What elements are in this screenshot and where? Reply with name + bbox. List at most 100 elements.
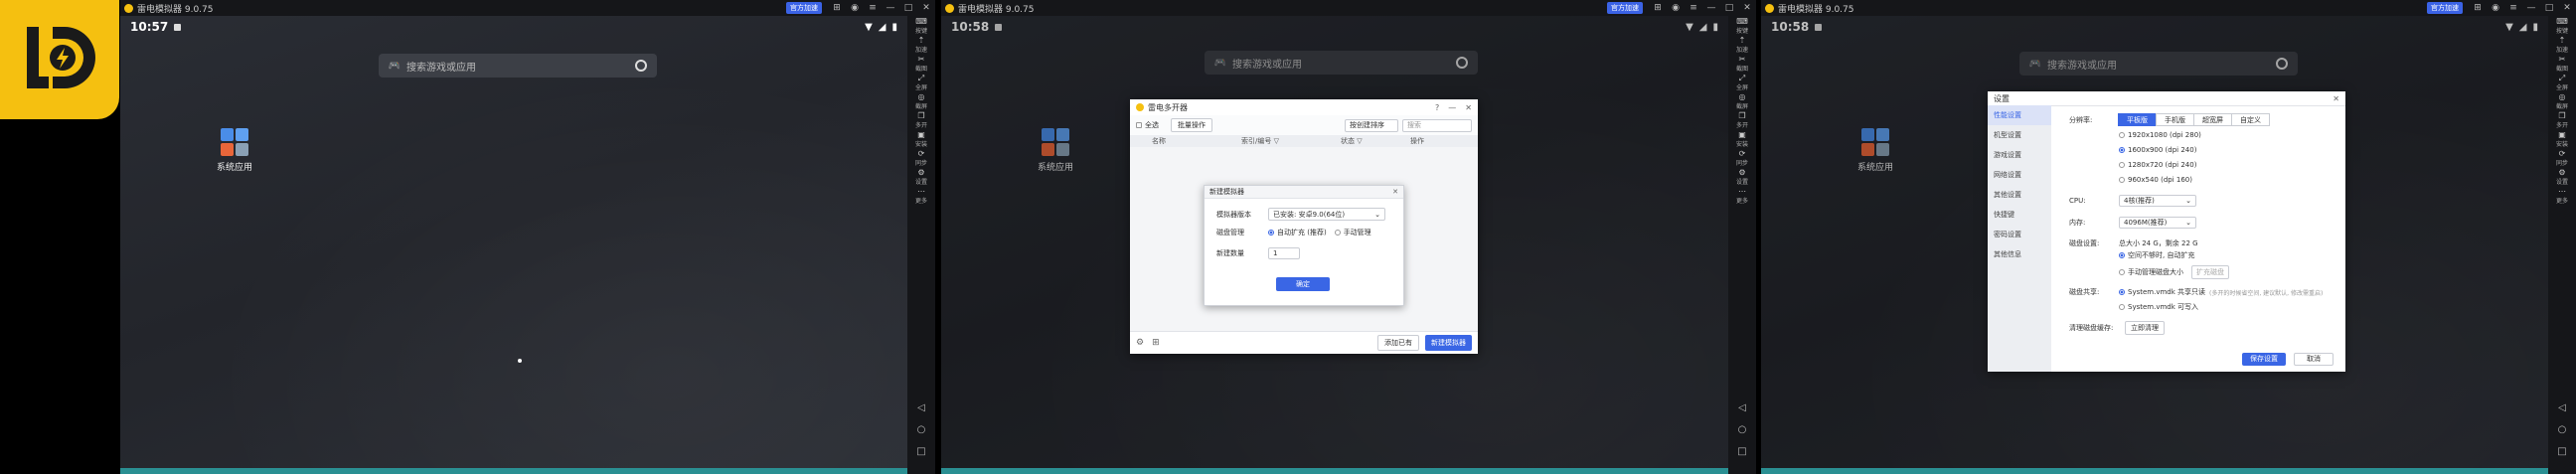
disk-manual-option[interactable]: 手动管理磁盘大小 扩充磁盘: [2119, 265, 2229, 279]
expand-disk-button[interactable]: 扩充磁盘: [2191, 265, 2229, 279]
menu-icon[interactable]: ≡: [864, 3, 882, 13]
tab-shortcuts[interactable]: 快捷键: [1988, 205, 2051, 225]
menu-icon[interactable]: ≡: [2504, 3, 2522, 13]
toolbar-multi[interactable]: ❐ 多开: [907, 110, 935, 129]
toolbar-keymap[interactable]: ⌨ 按键: [2548, 16, 2576, 35]
toolbar-capture[interactable]: ◎ 截屏: [1728, 91, 1756, 110]
accelerate-badge[interactable]: 官方加速: [2427, 2, 2463, 14]
col-index[interactable]: 索引/编号 ▽: [1211, 136, 1341, 146]
res-option-4[interactable]: 960x540 (dpi 160): [2119, 176, 2192, 184]
close-icon[interactable]: ✕: [1465, 103, 1472, 112]
toolbar-fullscreen[interactable]: ⤢ 全屏: [1728, 73, 1756, 91]
toolbar-fullscreen[interactable]: ⤢ 全屏: [2548, 73, 2576, 91]
toolbar-multi[interactable]: ❐ 多开: [2548, 110, 2576, 129]
res-option-2[interactable]: 1600x900 (dpi 240): [2119, 146, 2196, 154]
toolbar-screenshot[interactable]: ✂ 截图: [907, 54, 935, 73]
select-all-checkbox[interactable]: [1136, 122, 1142, 128]
recents-icon[interactable]: □: [916, 446, 925, 468]
tab-info[interactable]: 其他信息: [1988, 244, 2051, 264]
home-icon[interactable]: ○: [2558, 424, 2567, 446]
save-settings-button[interactable]: 保存设置: [2242, 353, 2286, 366]
version-select[interactable]: 已安装: 安卓9.0(64位) ⌄: [1268, 208, 1385, 221]
recents-icon[interactable]: □: [2557, 446, 2566, 468]
mode-phone[interactable]: 手机版: [2156, 113, 2194, 126]
minimize-icon[interactable]: —: [2522, 3, 2540, 13]
back-icon[interactable]: ◁: [1738, 402, 1746, 424]
tab-password[interactable]: 密码设置: [1988, 225, 2051, 244]
clean-now-button[interactable]: 立即清理: [2125, 321, 2165, 335]
toolbar-more[interactable]: ⋯ 更多: [2548, 186, 2576, 205]
user-icon[interactable]: ◉: [846, 3, 864, 13]
back-icon[interactable]: ◁: [2558, 402, 2566, 424]
mode-tablet[interactable]: 平板版: [2118, 113, 2157, 126]
disk-auto-radio[interactable]: [1268, 230, 1274, 236]
toolbar-screenshot[interactable]: ✂ 截图: [2548, 54, 2576, 73]
search-icon[interactable]: [635, 60, 647, 72]
maximize-icon[interactable]: □: [899, 3, 917, 13]
android-home-screen[interactable]: 10:58 ▼ ◢ ▮ 🎮 搜索游戏或应用 系统应用 雷电多开器 ? — ✕ 全…: [941, 16, 1728, 468]
cancel-button[interactable]: 取消: [2294, 353, 2334, 366]
toolbar-more[interactable]: ⋯ 更多: [1728, 186, 1756, 205]
minimize-icon[interactable]: —: [1702, 3, 1720, 13]
res-option-1[interactable]: 1920x1080 (dpi 280): [2119, 131, 2201, 139]
toolbar-install[interactable]: ▣ 安装: [907, 129, 935, 148]
mode-custom[interactable]: 自定义: [2231, 113, 2270, 126]
close-icon[interactable]: ✕: [917, 3, 935, 13]
accelerate-badge[interactable]: 官方加速: [786, 2, 822, 14]
res-option-3[interactable]: 1280x720 (dpi 240): [2119, 161, 2196, 169]
sort-select[interactable]: 按创建排序: [1345, 118, 1398, 132]
toolbar-capture[interactable]: ◎ 截屏: [907, 91, 935, 110]
batch-button[interactable]: 批量操作: [1171, 118, 1212, 132]
settings-icon[interactable]: ⚙: [1136, 338, 1144, 348]
home-icon[interactable]: ○: [1738, 424, 1747, 446]
close-icon[interactable]: ✕: [2558, 3, 2576, 13]
settings-close-icon[interactable]: ✕: [2333, 94, 2339, 103]
toolbar-sync[interactable]: ⟳ 同步: [907, 148, 935, 167]
col-status[interactable]: 状态 ▽: [1341, 136, 1410, 146]
tab-network[interactable]: 网络设置: [1988, 165, 2051, 185]
maximize-icon[interactable]: □: [2540, 3, 2558, 13]
mode-ultrawide[interactable]: 超宽屏: [2193, 113, 2232, 126]
toolbar-install[interactable]: ▣ 安装: [1728, 129, 1756, 148]
new-emulator-button[interactable]: 新建模拟器: [1425, 335, 1472, 351]
menu-icon[interactable]: ≡: [1685, 3, 1702, 13]
toolbar-sync[interactable]: ⟳ 同步: [2548, 148, 2576, 167]
disk-auto-option[interactable]: 空间不够时, 自动扩充: [2119, 250, 2194, 260]
user-icon[interactable]: ◉: [1667, 3, 1685, 13]
toolbar-capture[interactable]: ◎ 截屏: [2548, 91, 2576, 110]
maximize-icon[interactable]: □: [1720, 3, 1738, 13]
toolbar-accelerate[interactable]: ⇡ 加速: [1728, 35, 1756, 54]
accelerate-badge[interactable]: 官方加速: [1607, 2, 1643, 14]
minimize-icon[interactable]: —: [882, 3, 899, 13]
toolbar-accelerate[interactable]: ⇡ 加速: [2548, 35, 2576, 54]
tab-performance[interactable]: 性能设置: [1988, 105, 2051, 125]
toolbar-multi[interactable]: ❐ 多开: [1728, 110, 1756, 129]
toolbar-screenshot[interactable]: ✂ 截图: [1728, 54, 1756, 73]
recents-icon[interactable]: □: [1737, 446, 1746, 468]
toolbar-keymap[interactable]: ⌨ 按键: [907, 16, 935, 35]
share-writable-option[interactable]: System.vmdk 可写入: [2119, 302, 2198, 312]
gamepad-icon[interactable]: ⊞: [2469, 3, 2487, 13]
user-icon[interactable]: ◉: [2487, 3, 2504, 13]
android-home-screen[interactable]: 10:58 ▼ ◢ ▮ 🎮 搜索游戏或应用 系统应用 设置 ✕ 性能设置 机型设…: [1761, 16, 2548, 468]
close-icon[interactable]: ✕: [1738, 3, 1756, 13]
disk-manual-radio[interactable]: [1334, 230, 1341, 236]
grid-icon[interactable]: ⊞: [1152, 338, 1160, 348]
toolbar-install[interactable]: ▣ 安装: [2548, 129, 2576, 148]
toolbar-more[interactable]: ⋯ 更多: [907, 186, 935, 205]
android-home-screen[interactable]: 10:57 ▼ ◢ ▮ 🎮 搜索游戏或应用 系统应用: [120, 16, 907, 468]
tab-model[interactable]: 机型设置: [1988, 125, 2051, 145]
system-apps-folder[interactable]: 系统应用: [200, 128, 269, 173]
search-bar[interactable]: 🎮 搜索游戏或应用: [379, 54, 657, 78]
count-input[interactable]: 1: [1268, 247, 1300, 259]
help-icon[interactable]: ?: [1435, 103, 1439, 112]
toolbar-settings[interactable]: ⚙ 设置: [1728, 167, 1756, 186]
home-icon[interactable]: ○: [917, 424, 926, 446]
tab-game[interactable]: 游戏设置: [1988, 145, 2051, 165]
add-existing-button[interactable]: 添加已有: [1377, 335, 1419, 351]
gamepad-icon[interactable]: ⊞: [1649, 3, 1667, 13]
toolbar-settings[interactable]: ⚙ 设置: [907, 167, 935, 186]
toolbar-settings[interactable]: ⚙ 设置: [2548, 167, 2576, 186]
toolbar-keymap[interactable]: ⌨ 按键: [1728, 16, 1756, 35]
memory-select[interactable]: 4096M(推荐) ⌄: [2119, 217, 2196, 229]
